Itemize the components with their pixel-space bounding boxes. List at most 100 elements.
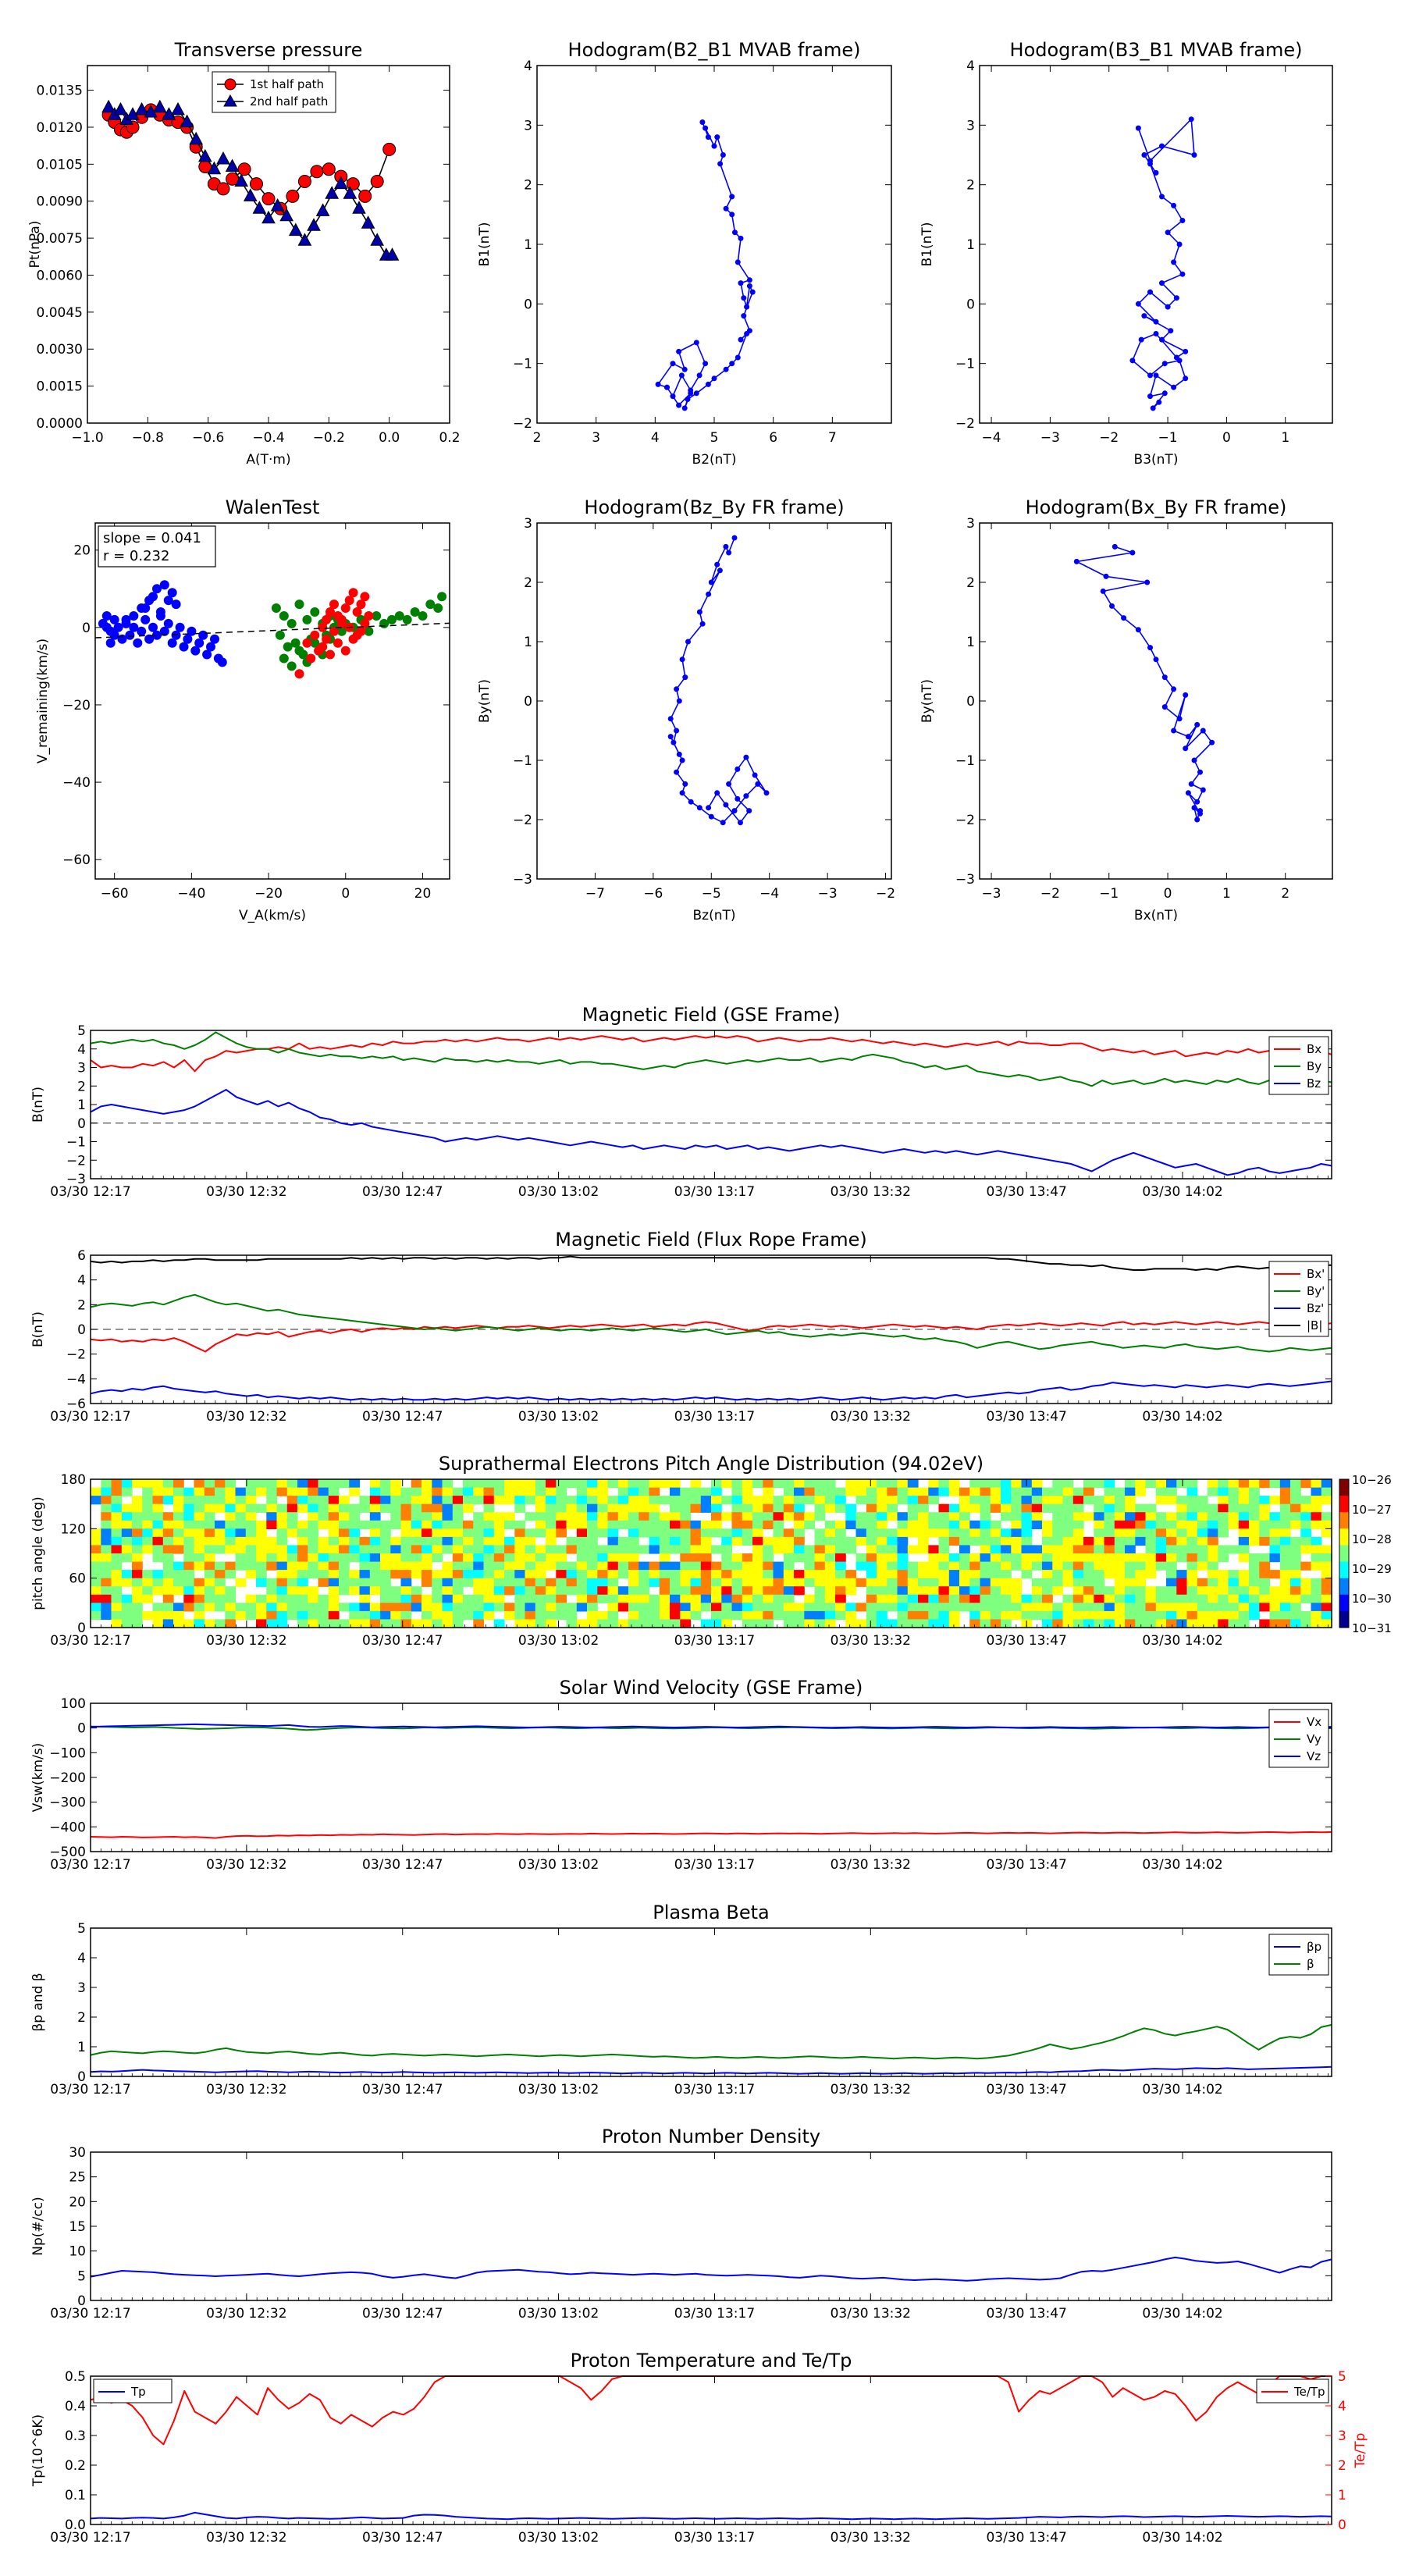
heatmap-cell — [101, 1553, 112, 1563]
heatmap-cell — [142, 1520, 154, 1529]
heatmap-cell — [700, 1528, 712, 1538]
heatmap-cell — [1145, 1603, 1157, 1612]
heatmap-cell — [1135, 1512, 1147, 1521]
heatmap-cell — [1186, 1479, 1198, 1489]
plot-area — [95, 523, 450, 879]
heatmap-cell — [1001, 1536, 1012, 1546]
heatmap-cell — [1125, 1536, 1136, 1546]
heatmap-cell — [1218, 1586, 1229, 1596]
heatmap-cell — [1300, 1578, 1312, 1587]
heatmap-cell — [473, 1561, 485, 1571]
heatmap-cell — [504, 1603, 515, 1612]
heatmap-cell — [1259, 1536, 1271, 1546]
heatmap-cell — [442, 1487, 454, 1496]
heatmap-cell — [204, 1503, 215, 1513]
heatmap-cell — [101, 1512, 112, 1521]
heatmap-cell — [711, 1603, 722, 1612]
heatmap-cell — [617, 1603, 629, 1612]
heatmap-cell — [215, 1570, 226, 1579]
heatmap-cell — [824, 1528, 836, 1538]
heatmap-cell — [877, 1520, 887, 1529]
heatmap-cell — [742, 1512, 753, 1521]
heatmap-cell — [587, 1578, 598, 1587]
heatmap-cell — [690, 1570, 702, 1579]
heatmap-cell — [535, 1479, 546, 1489]
heatmap-cell — [442, 1545, 454, 1554]
heatmap-cell — [670, 1619, 681, 1628]
data-point — [1188, 781, 1194, 787]
heatmap-cell — [400, 1496, 412, 1505]
heatmap-cell — [1218, 1512, 1229, 1521]
data-point — [711, 375, 717, 382]
heatmap-cell — [670, 1528, 681, 1538]
heatmap-cell — [897, 1528, 909, 1538]
heatmap-cell — [1114, 1586, 1126, 1596]
heatmap-cell — [204, 1603, 215, 1612]
heatmap-cell — [442, 1520, 454, 1529]
heatmap-cell — [256, 1561, 267, 1571]
heatmap-cell — [670, 1487, 681, 1496]
heatmap-cell — [1197, 1553, 1208, 1563]
heatmap-cell — [1259, 1561, 1271, 1571]
heatmap-cell — [1114, 1496, 1126, 1505]
heatmap-cell — [1135, 1570, 1147, 1579]
heatmap-cell — [1290, 1496, 1301, 1505]
heatmap-cell — [1042, 1496, 1053, 1505]
heatmap-cell — [1001, 1570, 1012, 1579]
heatmap-cell — [1155, 1553, 1167, 1563]
heatmap-cell — [887, 1586, 898, 1596]
heatmap-cell — [711, 1570, 722, 1579]
heatmap-cell — [607, 1586, 619, 1596]
y-axis-label: B1(nT) — [919, 222, 935, 267]
heatmap-cell — [1062, 1545, 1074, 1554]
heatmap-cell — [969, 1619, 981, 1628]
data-point — [670, 361, 676, 367]
heatmap-cell — [1186, 1603, 1198, 1612]
heatmap-cell — [546, 1487, 557, 1496]
y-tick-label: 0 — [82, 621, 91, 636]
heatmap-cell — [948, 1553, 960, 1563]
chart-title: Plasma Beta — [653, 1902, 769, 1923]
heatmap-cell — [286, 1553, 298, 1563]
heatmap-cell — [1083, 1603, 1094, 1612]
y-axis-label: By(nT) — [919, 679, 935, 723]
data-point — [738, 336, 744, 343]
heatmap-cell — [432, 1520, 443, 1529]
heatmap-cell — [824, 1520, 836, 1529]
heatmap-cell — [225, 1528, 237, 1538]
heatmap-cell — [887, 1487, 898, 1496]
data-point — [749, 289, 756, 295]
heatmap-cell — [91, 1603, 101, 1612]
data-point — [318, 642, 328, 652]
heatmap-cell — [1072, 1570, 1084, 1579]
heatmap-cell — [411, 1528, 422, 1538]
heatmap-cell — [525, 1536, 536, 1546]
heatmap-cell — [422, 1545, 432, 1554]
heatmap-cell — [101, 1570, 112, 1579]
heatmap-cell — [121, 1594, 133, 1603]
heatmap-cell — [607, 1503, 619, 1513]
x-tick-label: 03/30 12:32 — [206, 2306, 286, 2322]
y-tick-label: 10 — [69, 2244, 86, 2260]
heatmap-cell — [173, 1603, 184, 1612]
heatmap-cell — [742, 1619, 753, 1628]
heatmap-cell — [804, 1570, 816, 1579]
heatmap-cell — [473, 1545, 485, 1554]
heatmap-cell — [659, 1570, 670, 1579]
heatmap-cell — [1094, 1479, 1105, 1489]
heatmap-cell — [877, 1553, 887, 1563]
heatmap-cell — [897, 1570, 909, 1579]
heatmap-cell — [928, 1586, 940, 1596]
heatmap-cell — [783, 1603, 795, 1612]
heatmap-cell — [235, 1578, 247, 1587]
heatmap-cell — [411, 1503, 422, 1513]
plasma-beta-panel: Plasma Beta012345βp and β03/30 12:17 03/3… — [30, 1902, 1332, 2097]
heatmap-cell — [194, 1610, 205, 1621]
heatmap-cell — [556, 1545, 567, 1554]
heatmap-cell — [711, 1487, 722, 1496]
heatmap-cell — [742, 1487, 753, 1496]
heatmap-cell — [1062, 1594, 1074, 1603]
heatmap-cell — [1166, 1570, 1177, 1579]
heatmap-cell — [690, 1594, 702, 1603]
heatmap-cell — [566, 1619, 578, 1628]
